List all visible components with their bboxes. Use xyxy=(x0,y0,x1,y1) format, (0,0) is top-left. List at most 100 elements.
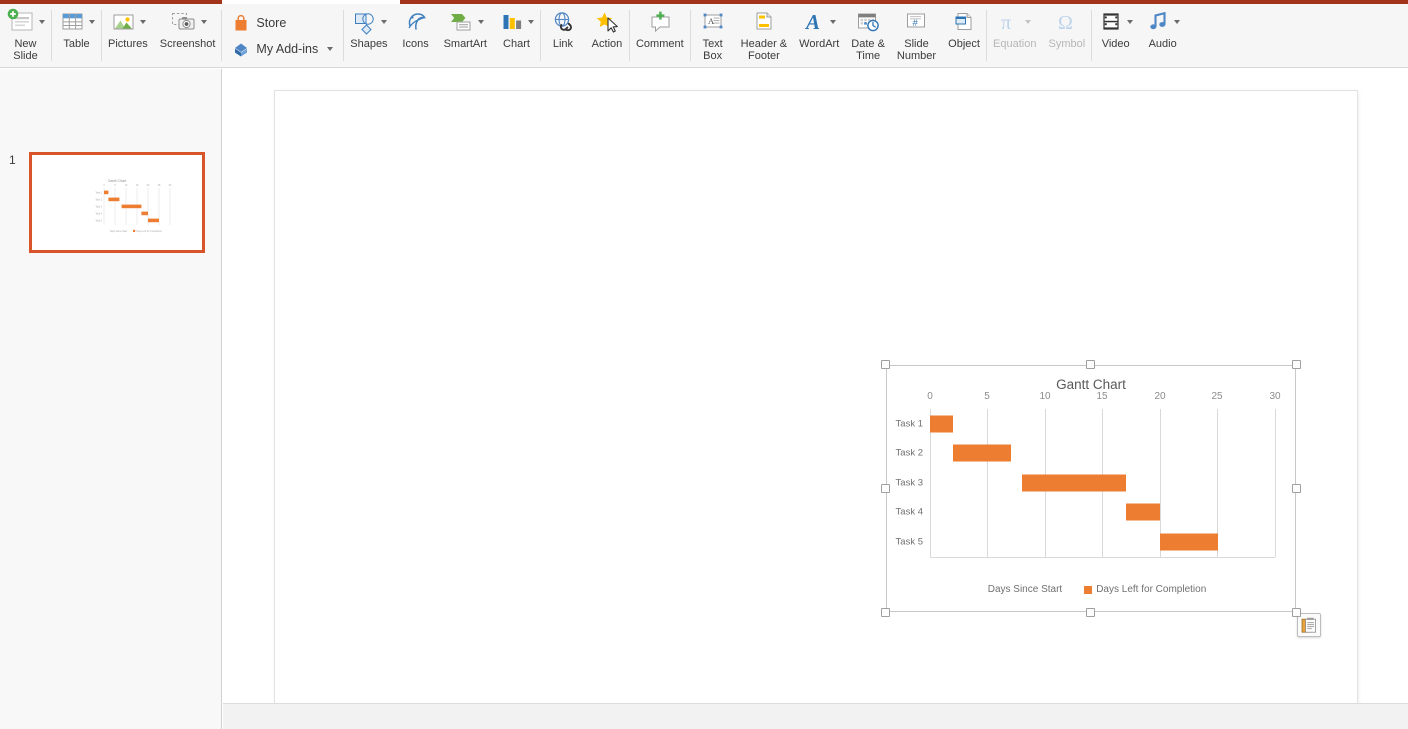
pictures-icon xyxy=(109,7,137,37)
link-icon xyxy=(549,7,577,37)
svg-text:π: π xyxy=(1001,12,1011,34)
slide-thumbnail-1[interactable]: Gantt Chart 0 5 10 15 20 25 30 Task 1 Task 2 xyxy=(29,152,205,253)
audio-icon xyxy=(1145,7,1171,37)
legend-item-days-since-start[interactable]: Days Since Start xyxy=(976,584,1062,595)
comment-button[interactable]: Comment xyxy=(630,4,690,67)
chart-caret-icon[interactable] xyxy=(527,20,534,24)
symbol-button[interactable]: Ω Symbol xyxy=(1042,4,1091,67)
screenshot-label: Screenshot xyxy=(159,38,216,50)
svg-text:5: 5 xyxy=(114,184,116,187)
icons-icon xyxy=(402,7,430,37)
object-button[interactable]: Object xyxy=(942,4,986,67)
clipboard-icon xyxy=(1301,617,1316,633)
my-add-ins-button[interactable]: My Add-ins xyxy=(224,36,341,62)
resize-handle-middle-right[interactable] xyxy=(1292,484,1301,493)
shapes-button[interactable]: Shapes xyxy=(344,4,393,67)
date-time-label: Date & Time xyxy=(851,38,885,62)
link-button[interactable]: Link xyxy=(541,4,585,67)
action-icon xyxy=(593,7,621,37)
icons-button[interactable]: Icons xyxy=(394,4,438,67)
resize-handle-middle-left[interactable] xyxy=(881,484,890,493)
category-label: Task 2 xyxy=(895,447,923,459)
shapes-label: Shapes xyxy=(350,38,388,50)
svg-text:Task 5: Task 5 xyxy=(95,221,102,223)
gantt-bar-task-3[interactable] xyxy=(1022,474,1126,492)
wordart-icon: A xyxy=(803,7,827,37)
category-label: Task 3 xyxy=(895,477,923,489)
chart-legend: Days Since Start Days Left for Completio… xyxy=(886,584,1296,595)
new-slide-caret-icon[interactable] xyxy=(39,20,45,24)
table-label: Table xyxy=(63,38,90,50)
gantt-bar-task-4[interactable] xyxy=(1125,503,1160,521)
smartart-caret-icon[interactable] xyxy=(477,20,484,24)
slide-number-label: Slide Number xyxy=(896,38,937,62)
resize-handle-top-center[interactable] xyxy=(1086,360,1095,369)
category-axis-line xyxy=(930,557,1275,558)
resize-handle-top-right[interactable] xyxy=(1292,360,1301,369)
resize-handle-bottom-right[interactable] xyxy=(1292,608,1301,617)
legend-swatch-icon xyxy=(976,586,984,594)
new-slide-button[interactable]: New Slide xyxy=(0,4,51,67)
audio-caret-icon[interactable] xyxy=(1174,20,1181,24)
slide-number-button[interactable]: # Slide Number xyxy=(891,4,942,67)
screenshot-caret-icon[interactable] xyxy=(201,20,208,24)
my-add-ins-caret-icon[interactable] xyxy=(327,46,334,51)
new-slide-label: New Slide xyxy=(13,38,38,62)
wordart-label: WordArt xyxy=(799,38,840,50)
gantt-bar-task-5[interactable] xyxy=(1160,533,1218,551)
gantt-chart-object[interactable]: Gantt Chart 0 5 10 15 20 25 30 Task 1 Ta… xyxy=(881,360,1301,617)
gantt-bar-task-2[interactable] xyxy=(953,444,1011,462)
status-bar xyxy=(223,703,1408,729)
xtick-label: 25 xyxy=(1211,391,1223,402)
store-button[interactable]: Store xyxy=(224,10,341,36)
legend-label: Days Since Start xyxy=(987,584,1063,595)
slide-thumbnail-pane[interactable]: 1 Gantt Chart 0 5 10 15 20 25 30 Task 1 … xyxy=(0,69,222,729)
svg-text:Task 3: Task 3 xyxy=(95,207,102,209)
shapes-caret-icon[interactable] xyxy=(381,20,388,24)
table-caret-icon[interactable] xyxy=(89,20,95,24)
header-footer-button[interactable]: Header & Footer xyxy=(735,4,793,67)
equation-caret-icon[interactable] xyxy=(1025,20,1032,24)
date-time-button[interactable]: Date & Time xyxy=(845,4,891,67)
category-label: Task 1 xyxy=(895,418,923,430)
shapes-icon xyxy=(350,7,378,37)
object-label: Object xyxy=(948,38,980,50)
object-icon xyxy=(951,7,977,37)
action-button[interactable]: Action xyxy=(585,4,629,67)
text-box-icon: A xyxy=(699,7,727,37)
smartart-button[interactable]: SmartArt xyxy=(438,4,493,67)
slide-surface[interactable]: Gantt Chart 0 5 10 15 20 25 30 Task 1 Ta… xyxy=(275,91,1357,705)
audio-label: Audio xyxy=(1148,38,1177,50)
legend-swatch-icon xyxy=(1084,585,1093,594)
audio-button[interactable]: Audio xyxy=(1139,4,1186,67)
equation-button[interactable]: π Equation xyxy=(987,4,1042,67)
table-button[interactable]: Table xyxy=(52,4,101,67)
video-button[interactable]: Video xyxy=(1092,4,1139,67)
video-caret-icon[interactable] xyxy=(1127,20,1134,24)
resize-handle-bottom-left[interactable] xyxy=(881,608,890,617)
slide-canvas-pane[interactable]: Gantt Chart 0 5 10 15 20 25 30 Task 1 Ta… xyxy=(223,69,1408,729)
video-label: Video xyxy=(1101,38,1130,50)
header-footer-label: Header & Footer xyxy=(740,38,788,62)
symbol-icon: Ω xyxy=(1055,7,1079,37)
svg-text:15: 15 xyxy=(136,184,139,187)
text-box-button[interactable]: A Text Box xyxy=(691,4,735,67)
wordart-caret-icon[interactable] xyxy=(829,20,836,24)
chart-label: Chart xyxy=(503,38,530,50)
legend-item-days-left-for-completion[interactable]: Days Left for Completion xyxy=(1084,584,1206,595)
resize-handle-top-left[interactable] xyxy=(881,360,890,369)
gantt-bar-task-1[interactable] xyxy=(930,415,953,433)
chart-button[interactable]: Chart xyxy=(493,4,540,67)
video-icon xyxy=(1098,7,1124,37)
xtick-label: 30 xyxy=(1269,391,1281,402)
ribbon-group-comments: Comment xyxy=(630,4,691,67)
resize-handle-bottom-center[interactable] xyxy=(1086,608,1095,617)
thumbnail-chart-preview: Gantt Chart 0 5 10 15 20 25 30 Task 1 Task 2 xyxy=(95,179,172,233)
new-slide-icon xyxy=(6,7,36,37)
pictures-button[interactable]: Pictures xyxy=(102,4,154,67)
wordart-button[interactable]: A WordArt xyxy=(793,4,845,67)
symbol-label: Symbol xyxy=(1048,38,1086,50)
pictures-caret-icon[interactable] xyxy=(140,20,147,24)
svg-text:Task 4: Task 4 xyxy=(95,214,102,216)
screenshot-button[interactable]: Screenshot xyxy=(154,4,222,67)
